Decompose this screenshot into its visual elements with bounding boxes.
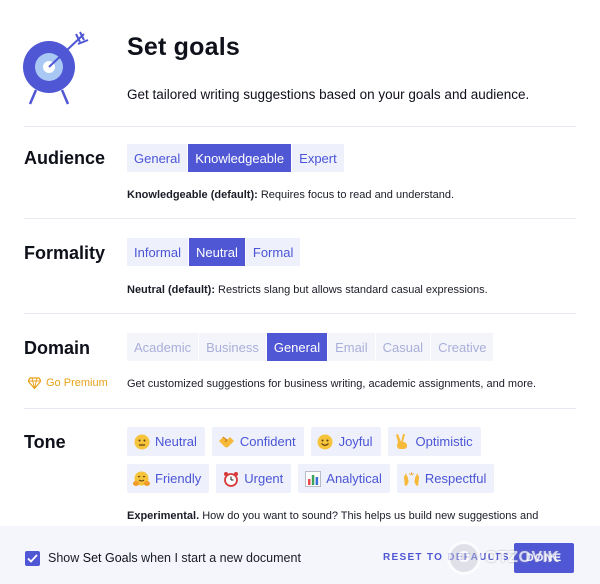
tone-option-joyful[interactable]: Joyful: [310, 427, 381, 456]
tone-option-label: Neutral: [155, 434, 197, 449]
header: Set goals Get tailored writing suggestio…: [0, 0, 600, 126]
tone-option-confident[interactable]: Confident: [211, 427, 304, 456]
domain-option-academic[interactable]: Academic: [127, 333, 199, 361]
audience-selector: General Knowledgeable Expert: [127, 144, 345, 172]
formality-label: Formality: [24, 243, 106, 263]
audience-option-expert[interactable]: Expert: [292, 144, 344, 172]
formality-description: Neutral (default): Restricts slang but a…: [127, 284, 488, 296]
divider: [24, 313, 576, 314]
domain-option-creative[interactable]: Creative: [431, 333, 494, 361]
victory-hand-icon: [394, 433, 411, 450]
tone-option-label: Confident: [239, 434, 296, 449]
tone-option-label: Urgent: [244, 471, 284, 486]
divider: [24, 218, 576, 219]
show-set-goals-checkbox[interactable]: [25, 551, 40, 566]
domain-option-email[interactable]: Email: [328, 333, 375, 361]
tone-option-label: Analytical: [326, 471, 382, 486]
domain-option-casual[interactable]: Casual: [375, 333, 431, 361]
audience-option-general[interactable]: General: [127, 144, 188, 172]
smiling-face-icon: [317, 433, 334, 450]
formality-option-informal[interactable]: Informal: [127, 238, 188, 266]
formality-option-formal[interactable]: Formal: [245, 238, 301, 266]
tone-options: Neutral Confident Joyful Optimistic Frie…: [127, 427, 587, 501]
watermark: O OTZOVIK: [447, 538, 587, 578]
neutral-face-icon: [133, 433, 150, 450]
tone-option-optimistic[interactable]: Optimistic: [387, 427, 481, 456]
audience-description: Knowledgeable (default): Requires focus …: [127, 189, 455, 201]
divider: [24, 126, 576, 127]
domain-selector: Academic Business General Email Casual C…: [127, 333, 494, 361]
domain-option-general[interactable]: General: [266, 333, 328, 361]
diamond-icon: [28, 377, 41, 389]
domain-option-business[interactable]: Business: [199, 333, 266, 361]
audience-option-knowledgeable[interactable]: Knowledgeable: [188, 144, 292, 172]
tone-option-neutral[interactable]: Neutral: [127, 427, 205, 456]
bar-chart-icon: [304, 470, 321, 487]
tone-option-analytical[interactable]: Analytical: [298, 464, 390, 493]
watermark-text: OTZOVIK: [485, 549, 560, 566]
domain-description: Get customized suggestions for business …: [127, 378, 537, 390]
tone-option-label: Joyful: [338, 434, 373, 449]
hugging-face-icon: [133, 470, 150, 487]
tone-description: Experimental. How do you want to sound? …: [127, 510, 539, 522]
formality-option-neutral[interactable]: Neutral: [188, 238, 245, 266]
handshake-icon: [218, 433, 235, 450]
go-premium-link[interactable]: Go Premium: [28, 377, 108, 389]
tone-label: Tone: [24, 432, 66, 452]
show-set-goals-label: Show Set Goals when I start a new docume…: [48, 551, 301, 565]
target-goal-icon: [23, 31, 89, 105]
watermark-logo-icon: O: [447, 541, 481, 575]
tone-option-urgent[interactable]: Urgent: [216, 464, 292, 493]
domain-label: Domain: [24, 338, 91, 358]
tone-option-label: Optimistic: [415, 434, 473, 449]
page-subtitle: Get tailored writing suggestions based o…: [127, 87, 530, 102]
formality-selector: Informal Neutral Formal: [127, 238, 301, 266]
raised-hands-icon: [403, 470, 420, 487]
go-premium-label: Go Premium: [46, 377, 108, 389]
tone-option-respectful[interactable]: Respectful: [396, 464, 495, 493]
alarm-clock-icon: [222, 470, 239, 487]
tone-option-friendly[interactable]: Friendly: [127, 464, 210, 493]
tone-option-label: Friendly: [155, 471, 202, 486]
divider: [24, 408, 576, 409]
page-title: Set goals: [127, 33, 240, 61]
checkmark-icon: [27, 554, 38, 563]
tone-option-label: Respectful: [424, 471, 487, 486]
audience-label: Audience: [24, 148, 106, 168]
